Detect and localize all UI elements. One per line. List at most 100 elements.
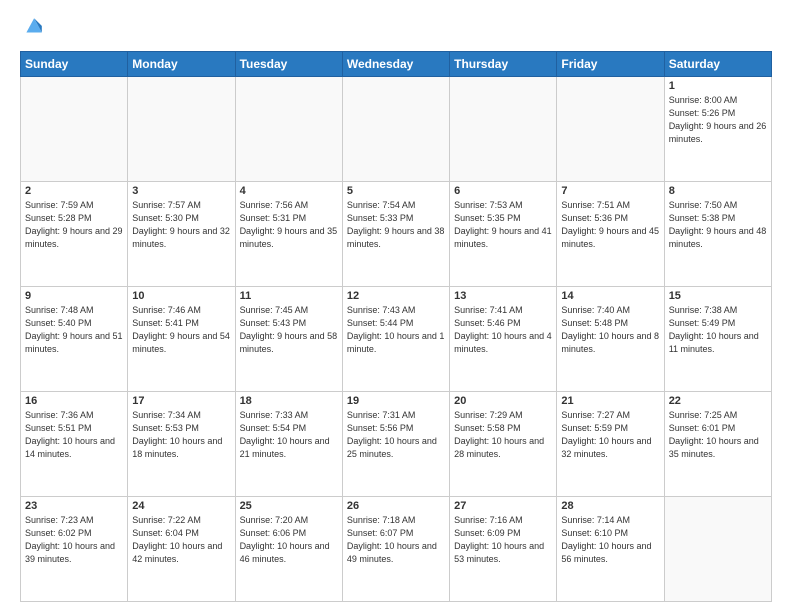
day-info: Sunrise: 7:33 AM Sunset: 5:54 PM Dayligh…	[240, 409, 338, 461]
day-info: Sunrise: 7:14 AM Sunset: 6:10 PM Dayligh…	[561, 514, 659, 566]
calendar-cell: 2 Sunrise: 7:59 AM Sunset: 5:28 PM Daylig…	[21, 182, 128, 287]
col-header-thursday: Thursday	[450, 52, 557, 77]
calendar-cell	[557, 77, 664, 182]
col-header-sunday: Sunday	[21, 52, 128, 77]
day-number: 3	[132, 185, 230, 197]
col-header-monday: Monday	[128, 52, 235, 77]
day-info: Sunrise: 7:25 AM Sunset: 6:01 PM Dayligh…	[669, 409, 767, 461]
day-number: 12	[347, 290, 445, 302]
day-number: 24	[132, 500, 230, 512]
calendar-cell	[235, 77, 342, 182]
day-info: Sunrise: 7:46 AM Sunset: 5:41 PM Dayligh…	[132, 304, 230, 356]
day-number: 28	[561, 500, 659, 512]
calendar-cell: 28 Sunrise: 7:14 AM Sunset: 6:10 PM Dayli…	[557, 497, 664, 602]
calendar-cell: 23 Sunrise: 7:23 AM Sunset: 6:02 PM Dayli…	[21, 497, 128, 602]
day-number: 1	[669, 80, 767, 92]
calendar-cell: 16 Sunrise: 7:36 AM Sunset: 5:51 PM Dayli…	[21, 392, 128, 497]
day-info: Sunrise: 7:16 AM Sunset: 6:09 PM Dayligh…	[454, 514, 552, 566]
day-info: Sunrise: 7:43 AM Sunset: 5:44 PM Dayligh…	[347, 304, 445, 356]
calendar-cell: 11Sunrise: 7:45 AM Sunset: 5:43 PM Dayli…	[235, 287, 342, 392]
col-header-tuesday: Tuesday	[235, 52, 342, 77]
calendar-table: SundayMondayTuesdayWednesdayThursdayFrid…	[20, 51, 772, 602]
day-info: Sunrise: 7:41 AM Sunset: 5:46 PM Dayligh…	[454, 304, 552, 356]
calendar-cell: 24 Sunrise: 7:22 AM Sunset: 6:04 PM Dayli…	[128, 497, 235, 602]
day-number: 16	[25, 395, 123, 407]
col-header-wednesday: Wednesday	[342, 52, 449, 77]
calendar-cell: 25 Sunrise: 7:20 AM Sunset: 6:06 PM Dayli…	[235, 497, 342, 602]
calendar-cell: 10Sunrise: 7:46 AM Sunset: 5:41 PM Dayli…	[128, 287, 235, 392]
calendar-cell: 18 Sunrise: 7:33 AM Sunset: 5:54 PM Dayli…	[235, 392, 342, 497]
day-info: Sunrise: 7:20 AM Sunset: 6:06 PM Dayligh…	[240, 514, 338, 566]
calendar-cell: 12 Sunrise: 7:43 AM Sunset: 5:44 PM Dayli…	[342, 287, 449, 392]
logo	[20, 16, 44, 43]
calendar-week-4: 16 Sunrise: 7:36 AM Sunset: 5:51 PM Dayli…	[21, 392, 772, 497]
day-info: Sunrise: 7:50 AM Sunset: 5:38 PM Dayligh…	[669, 199, 767, 251]
day-info: Sunrise: 8:00 AM Sunset: 5:26 PM Dayligh…	[669, 94, 767, 146]
day-info: Sunrise: 7:38 AM Sunset: 5:49 PM Dayligh…	[669, 304, 767, 356]
logo-icon	[22, 16, 44, 38]
day-info: Sunrise: 7:48 AM Sunset: 5:40 PM Dayligh…	[25, 304, 123, 356]
day-info: Sunrise: 7:36 AM Sunset: 5:51 PM Dayligh…	[25, 409, 123, 461]
day-number: 26	[347, 500, 445, 512]
calendar-cell: 19 Sunrise: 7:31 AM Sunset: 5:56 PM Dayli…	[342, 392, 449, 497]
day-number: 22	[669, 395, 767, 407]
day-info: Sunrise: 7:51 AM Sunset: 5:36 PM Dayligh…	[561, 199, 659, 251]
day-info: Sunrise: 7:31 AM Sunset: 5:56 PM Dayligh…	[347, 409, 445, 461]
calendar-week-5: 23 Sunrise: 7:23 AM Sunset: 6:02 PM Dayli…	[21, 497, 772, 602]
day-number: 2	[25, 185, 123, 197]
day-number: 25	[240, 500, 338, 512]
day-number: 4	[240, 185, 338, 197]
day-info: Sunrise: 7:40 AM Sunset: 5:48 PM Dayligh…	[561, 304, 659, 356]
day-info: Sunrise: 7:29 AM Sunset: 5:58 PM Dayligh…	[454, 409, 552, 461]
calendar-cell: 15 Sunrise: 7:38 AM Sunset: 5:49 PM Dayli…	[664, 287, 771, 392]
day-info: Sunrise: 7:59 AM Sunset: 5:28 PM Dayligh…	[25, 199, 123, 251]
day-info: Sunrise: 7:57 AM Sunset: 5:30 PM Dayligh…	[132, 199, 230, 251]
calendar-cell	[664, 497, 771, 602]
calendar-week-1: 1 Sunrise: 8:00 AM Sunset: 5:26 PM Daylig…	[21, 77, 772, 182]
calendar-cell	[21, 77, 128, 182]
calendar-cell: 6 Sunrise: 7:53 AM Sunset: 5:35 PM Daylig…	[450, 182, 557, 287]
day-info: Sunrise: 7:27 AM Sunset: 5:59 PM Dayligh…	[561, 409, 659, 461]
calendar-cell	[450, 77, 557, 182]
calendar-cell: 1 Sunrise: 8:00 AM Sunset: 5:26 PM Daylig…	[664, 77, 771, 182]
calendar-cell: 26 Sunrise: 7:18 AM Sunset: 6:07 PM Dayli…	[342, 497, 449, 602]
day-number: 13	[454, 290, 552, 302]
day-number: 18	[240, 395, 338, 407]
page: SundayMondayTuesdayWednesdayThursdayFrid…	[0, 0, 792, 612]
col-header-saturday: Saturday	[664, 52, 771, 77]
day-number: 19	[347, 395, 445, 407]
day-number: 11	[240, 290, 338, 302]
calendar-cell: 4 Sunrise: 7:56 AM Sunset: 5:31 PM Daylig…	[235, 182, 342, 287]
calendar-cell: 9Sunrise: 7:48 AM Sunset: 5:40 PM Daylig…	[21, 287, 128, 392]
calendar-cell: 17 Sunrise: 7:34 AM Sunset: 5:53 PM Dayli…	[128, 392, 235, 497]
calendar-cell: 7 Sunrise: 7:51 AM Sunset: 5:36 PM Daylig…	[557, 182, 664, 287]
day-number: 5	[347, 185, 445, 197]
day-info: Sunrise: 7:23 AM Sunset: 6:02 PM Dayligh…	[25, 514, 123, 566]
col-header-friday: Friday	[557, 52, 664, 77]
day-info: Sunrise: 7:18 AM Sunset: 6:07 PM Dayligh…	[347, 514, 445, 566]
day-number: 14	[561, 290, 659, 302]
calendar-cell: 3 Sunrise: 7:57 AM Sunset: 5:30 PM Daylig…	[128, 182, 235, 287]
day-number: 7	[561, 185, 659, 197]
calendar-header-row: SundayMondayTuesdayWednesdayThursdayFrid…	[21, 52, 772, 77]
day-number: 27	[454, 500, 552, 512]
day-info: Sunrise: 7:56 AM Sunset: 5:31 PM Dayligh…	[240, 199, 338, 251]
day-number: 23	[25, 500, 123, 512]
day-info: Sunrise: 7:22 AM Sunset: 6:04 PM Dayligh…	[132, 514, 230, 566]
day-number: 20	[454, 395, 552, 407]
day-number: 17	[132, 395, 230, 407]
day-number: 8	[669, 185, 767, 197]
calendar-cell: 8 Sunrise: 7:50 AM Sunset: 5:38 PM Daylig…	[664, 182, 771, 287]
calendar-cell	[342, 77, 449, 182]
calendar-cell: 14 Sunrise: 7:40 AM Sunset: 5:48 PM Dayli…	[557, 287, 664, 392]
day-number: 6	[454, 185, 552, 197]
calendar-week-3: 9Sunrise: 7:48 AM Sunset: 5:40 PM Daylig…	[21, 287, 772, 392]
calendar-cell: 13 Sunrise: 7:41 AM Sunset: 5:46 PM Dayli…	[450, 287, 557, 392]
header	[20, 16, 772, 43]
day-info: Sunrise: 7:53 AM Sunset: 5:35 PM Dayligh…	[454, 199, 552, 251]
calendar-cell: 20 Sunrise: 7:29 AM Sunset: 5:58 PM Dayli…	[450, 392, 557, 497]
day-info: Sunrise: 7:54 AM Sunset: 5:33 PM Dayligh…	[347, 199, 445, 251]
day-number: 15	[669, 290, 767, 302]
day-info: Sunrise: 7:34 AM Sunset: 5:53 PM Dayligh…	[132, 409, 230, 461]
calendar-cell: 5 Sunrise: 7:54 AM Sunset: 5:33 PM Daylig…	[342, 182, 449, 287]
